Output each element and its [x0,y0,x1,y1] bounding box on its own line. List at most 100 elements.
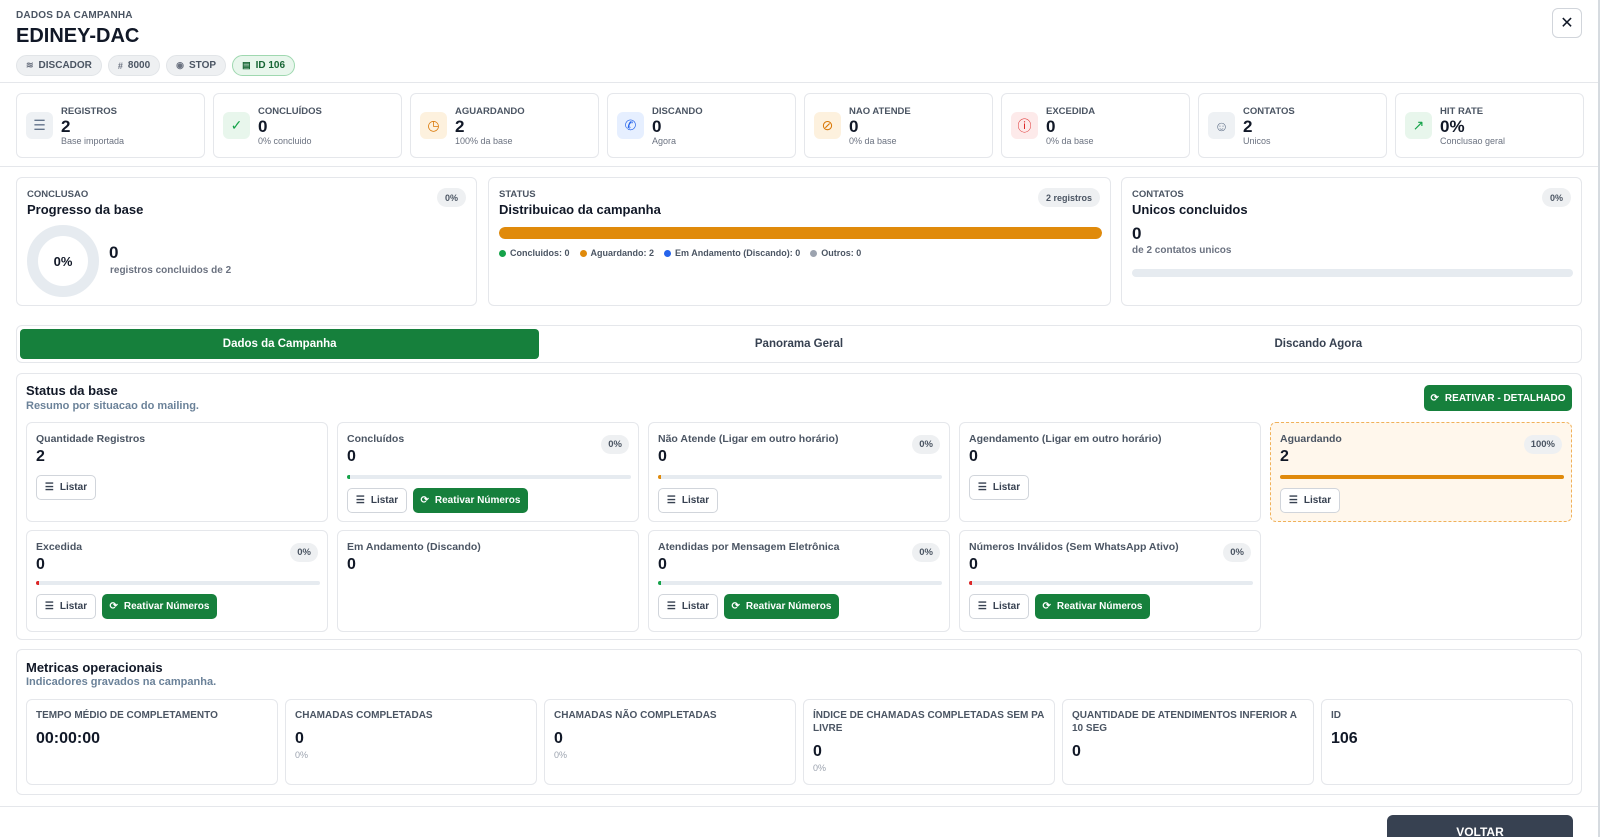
stack-icon: ≋ [26,60,34,70]
list-button[interactable]: ☰ Listar [36,594,96,619]
list-button[interactable]: ☰ Listar [969,475,1029,500]
modal-header: DADOS DA CAMPANHA EDINEY-DAC ≋ DISCADOR #… [16,10,296,76]
kpi-sub: 100% da base [455,135,513,146]
donut-label: 0% [53,253,73,269]
card-pill: 0% [1223,543,1251,562]
tab-discando-agora[interactable]: Discando Agora [1059,329,1578,359]
legend-item: Aguardando: 2 [579,248,654,258]
section-subtitle: Indicadores gravados na campanha. [26,676,217,688]
list-icon: ☰ [1288,495,1298,506]
progress-caption: registros concluidos de 2 [110,265,232,276]
section-title: Metricas operacionais [26,660,163,675]
metric-id: ID 106 [1321,699,1573,785]
panel-eyebrow: CONTATOS [1132,189,1184,200]
back-button[interactable]: VOLTAR [1387,815,1573,837]
metric-chamadas-completadas: CHAMADAS COMPLETADAS 0 0% [285,699,537,785]
button-label: Reativar Números [434,495,521,506]
button-label: REATIVAR - DETALHADO [1444,392,1566,404]
list-button[interactable]: ☰ Listar [36,475,96,500]
card-numeros-invalidos: Números Inválidos (Sem WhatsApp Ativo) 0… [959,530,1261,632]
list-button[interactable]: ☰ Listar [1280,488,1340,513]
card-pill: 0% [290,543,318,562]
card-actions: ☰ Listar ⟳ Reativar Números [36,594,217,619]
kpi-sub: Agora [652,135,677,146]
metric-label: QUANTIDADE DE ATENDIMENTOS INFERIOR A 10… [1072,710,1297,734]
reactivate-numbers-button[interactable]: ⟳ Reativar Números [724,594,839,619]
metric-label: CHAMADAS NÃO COMPLETADAS [554,710,717,721]
card-progress-bar [347,475,631,479]
chip-status: ◉ STOP [166,55,227,76]
kpi-value: 2 [61,116,71,136]
metric-tempo-medio: TEMPO MÉDIO DE COMPLETAMENTO 00:00:00 [26,699,278,785]
card-label: Números Inválidos (Sem WhatsApp Ativo) [969,541,1179,553]
tab-dados-da-campanha[interactable]: Dados da Campanha [20,329,540,359]
kpi-nao-atende: ⊘ NAO ATENDE 0 0% da base [804,93,993,158]
card-actions: ☰ Listar ⟳ Reativar Números [969,594,1150,619]
panel-title: Unicos concluidos [1132,202,1248,217]
kpi-registros: ☰ REGISTROS 2 Base importada [16,93,205,158]
unique-contacts-panel: CONTATOS Unicos concluidos 0% 0 de 2 con… [1121,177,1582,306]
status-base-section: Status da base Resumo por situacao do ma… [16,373,1582,640]
list-button[interactable]: ☰ Listar [347,488,407,513]
list-icon: ☰ [355,495,365,506]
metric-value: 0 [813,743,822,760]
phone-missed-icon: ⊘ [814,112,841,139]
kpi-sub: 0% da base [1046,135,1094,146]
dot-icon: ◉ [176,60,185,70]
tab-panorama-geral[interactable]: Panorama Geral [539,329,1058,359]
card-pill: 100% [1523,435,1562,454]
legend-dot [810,250,818,257]
reactivate-numbers-button[interactable]: ⟳ Reativar Números [1035,594,1150,619]
card-actions: ☰ Listar [658,488,718,513]
section-title: Status da base [26,383,118,398]
section-subtitle: Resumo por situacao do mailing. [26,400,199,412]
chip-id: ▤ ID 106 [232,55,296,76]
metric-chamadas-nao-completadas: CHAMADAS NÃO COMPLETADAS 0 0% [544,699,796,785]
campaign-title: EDINEY-DAC [16,25,140,47]
list-icon: ☰ [44,482,54,493]
refresh-icon: ⟳ [1430,392,1439,404]
card-concluidos: Concluídos 0% 0 ☰ Listar ⟳ Reativar Número… [337,422,639,522]
kpi-label: EXCEDIDA [1046,105,1096,117]
card-value: 2 [36,448,45,465]
distribution-panel: STATUS Distribuicao da campanha 2 regist… [488,177,1111,306]
card-value: 2 [1280,448,1289,465]
list-button[interactable]: ☰ Listar [969,594,1029,619]
unique-bar [1132,269,1573,277]
card-nao-atende: Não Atende (Ligar em outro horário) 0% 0… [648,422,950,522]
progress-fill [36,581,39,585]
button-label: Listar [1303,495,1332,506]
legend-item: Outros: 0 [810,248,861,258]
list-button[interactable]: ☰ Listar [658,488,718,513]
kpi-label: CONCLUÍDOS [258,105,322,117]
button-label: Listar [681,601,710,612]
reactivate-numbers-button[interactable]: ⟳ Reativar Números [413,488,528,513]
close-button[interactable]: ✕ [1552,8,1582,38]
close-icon: ✕ [1560,15,1574,32]
header-eyebrow: DADOS DA CAMPANHA [16,10,133,21]
database-icon: ☰ [26,112,53,139]
card-value: 0 [969,448,978,465]
chip-label: 8000 [127,60,151,71]
id-card-icon: ▤ [242,60,251,70]
reactivate-detailed-button[interactable]: ⟳ REATIVAR - DETALHADO [1424,385,1572,411]
chip-number: #8000 [107,55,161,76]
kpi-row: ☰ REGISTROS 2 Base importada ✓ CONCLUÍDOS 0… [16,93,1584,158]
refresh-icon: ⟳ [731,601,740,612]
reactivate-numbers-button[interactable]: ⟳ Reativar Números [102,594,217,619]
kpi-hit-rate: ↗ HIT RATE 0% Conclusao geral [1395,93,1584,158]
campaign-modal: DADOS DA CAMPANHA EDINEY-DAC ≋ DISCADOR #… [0,0,1600,837]
card-value: 0 [658,556,667,573]
kpi-value: 0 [849,116,859,136]
card-progress-bar [36,581,320,585]
kpi-value: 0 [652,116,662,136]
kpi-label: HIT RATE [1440,105,1484,117]
button-label: Listar [681,495,710,506]
card-value: 0 [658,448,667,465]
chip-label: STOP [189,60,217,71]
legend-item: Em Andamento (Discando): 0 [664,248,800,258]
list-button[interactable]: ☰ Listar [658,594,718,619]
card-label: Aguardando [1280,433,1342,445]
kpi-value: 2 [1243,116,1253,136]
progress-fill [347,475,350,479]
